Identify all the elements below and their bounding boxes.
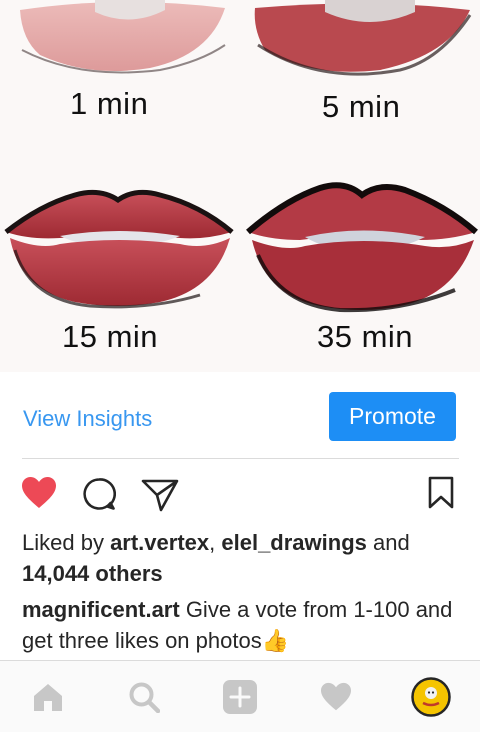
lips-1min — [20, 0, 226, 74]
lips-drawing-illustration — [4, 0, 478, 313]
comment-bubble-icon[interactable] — [82, 477, 117, 516]
liker-separator: , — [209, 530, 222, 555]
activity-heart-icon[interactable] — [316, 677, 356, 717]
promote-button[interactable]: Promote — [329, 392, 456, 441]
caption-35-min: 35 min — [317, 319, 414, 354]
caption-username[interactable]: magnificent.art — [22, 597, 180, 622]
post-image[interactable]: 1 min 5 min 15 min 35 min — [0, 0, 480, 372]
add-icon[interactable] — [220, 677, 260, 717]
lips-15min — [4, 189, 234, 309]
liker-and: and — [366, 530, 410, 555]
view-insights-link[interactable]: View Insights — [23, 406, 152, 432]
thumbs-up-emoji: 👍 — [261, 628, 290, 653]
caption-15-min: 15 min — [62, 319, 159, 354]
profile-avatar-icon[interactable] — [411, 677, 451, 717]
liked-by-prefix: Liked by — [22, 530, 111, 555]
lips-5min — [254, 0, 472, 76]
heart-filled-icon[interactable] — [21, 476, 57, 515]
bottom-navigation — [0, 660, 480, 732]
home-icon[interactable] — [28, 677, 68, 717]
insights-bar: View Insights Promote — [0, 390, 480, 446]
paper-plane-icon[interactable] — [141, 478, 179, 517]
bookmark-icon[interactable] — [428, 476, 454, 515]
caption-5-min: 5 min — [322, 89, 401, 124]
post-caption: magnificent.art Give a vote from 1-100 a… — [22, 594, 462, 656]
lips-35min — [246, 182, 478, 313]
post-actions — [0, 470, 480, 520]
liker-username-2[interactable]: elel_drawings — [221, 530, 367, 555]
caption-1-min: 1 min — [70, 86, 149, 121]
likes-summary: Liked by art.vertex, elel_drawings and 1… — [22, 527, 462, 589]
likes-count[interactable]: 14,044 others — [22, 561, 163, 586]
divider — [22, 458, 459, 459]
liker-username-1[interactable]: art.vertex — [110, 530, 209, 555]
search-icon[interactable] — [124, 677, 164, 717]
